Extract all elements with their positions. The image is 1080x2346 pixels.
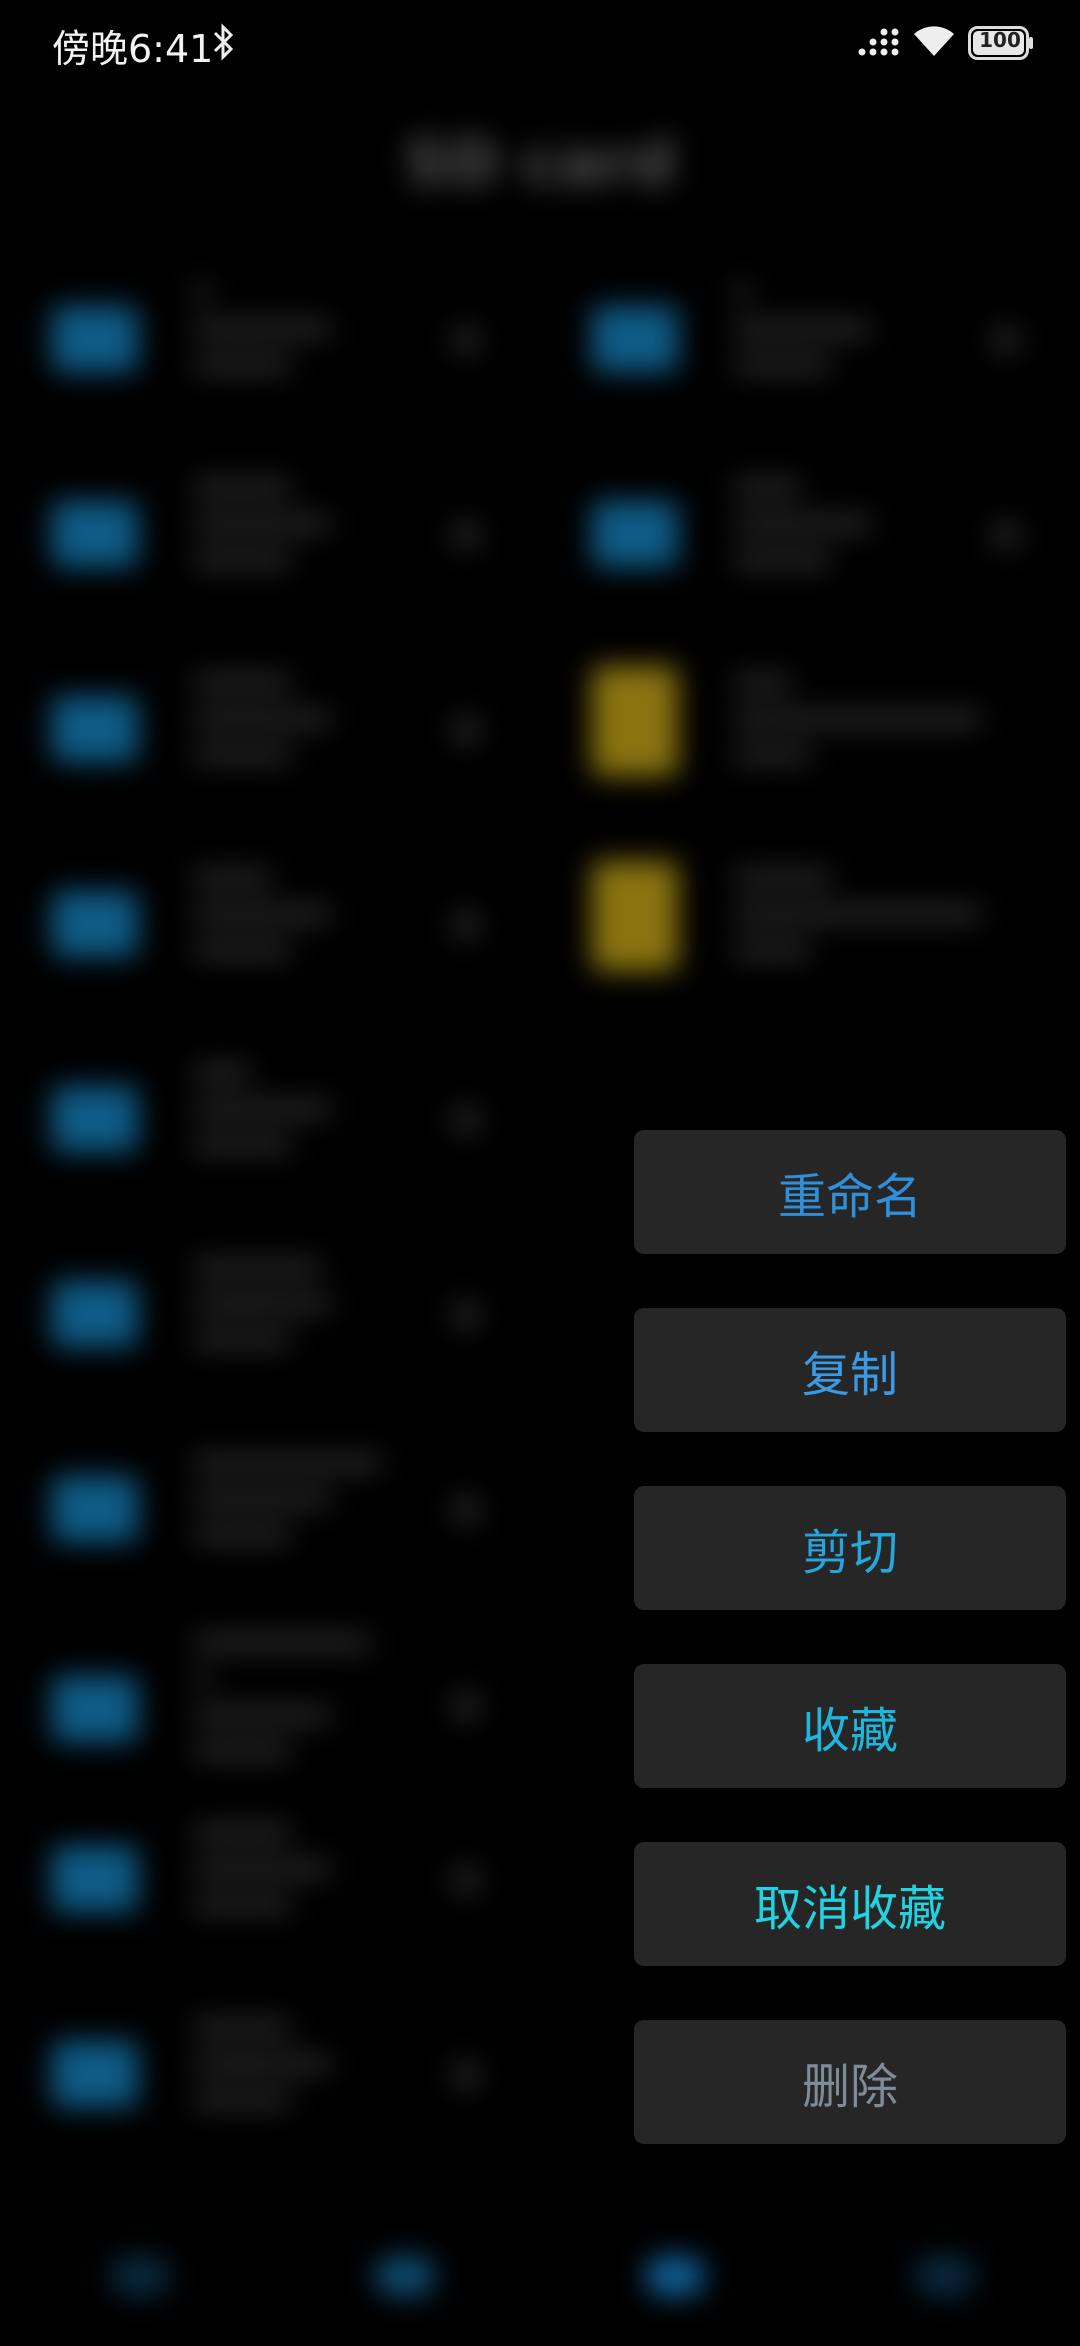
list-item — [592, 861, 1080, 1021]
unfavorite-button[interactable]: 取消收藏 — [634, 1842, 1066, 1966]
copy-button[interactable]: 复制 — [634, 1308, 1066, 1432]
list-item — [592, 666, 1080, 826]
bluetooth-icon — [213, 23, 234, 61]
list-item — [52, 1261, 572, 1421]
folder-icon — [592, 306, 678, 372]
favorite-button[interactable]: 收藏 — [634, 1664, 1066, 1788]
list-item — [592, 481, 1080, 641]
list-item — [52, 1636, 572, 1796]
folder-icon — [52, 1846, 138, 1912]
list-item — [52, 1456, 572, 1616]
list-item — [592, 286, 1080, 446]
page-title: SD card — [404, 126, 676, 199]
list-item — [52, 871, 572, 1031]
list-item — [52, 481, 572, 641]
list-item — [52, 676, 572, 836]
wifi-icon — [914, 26, 954, 56]
folder-icon — [52, 2041, 138, 2107]
bottom-navigation — [0, 2256, 1080, 2346]
list-item — [52, 1066, 572, 1226]
status-time: 傍晚6:41 — [52, 27, 214, 71]
folder-icon — [592, 501, 678, 567]
document-icon — [592, 861, 678, 971]
rename-button[interactable]: 重命名 — [634, 1130, 1066, 1254]
delete-button[interactable]: 删除 — [634, 2020, 1066, 2144]
document-icon — [592, 666, 678, 776]
folder-icon — [52, 501, 138, 567]
folder-icon — [52, 1676, 138, 1742]
signal-icon — [858, 28, 899, 56]
folder-icon — [52, 696, 138, 762]
folder-icon — [52, 1086, 138, 1152]
status-bar: 傍晚6:41 100 — [0, 0, 1080, 86]
folder-icon — [52, 891, 138, 957]
battery-level: 100 — [979, 28, 1021, 52]
list-item — [52, 1826, 572, 1986]
cut-button[interactable]: 剪切 — [634, 1486, 1066, 1610]
folder-icon — [52, 1476, 138, 1542]
list-item — [52, 2021, 572, 2181]
folder-icon — [52, 1281, 138, 1347]
list-item — [52, 286, 572, 446]
folder-icon — [52, 306, 138, 372]
